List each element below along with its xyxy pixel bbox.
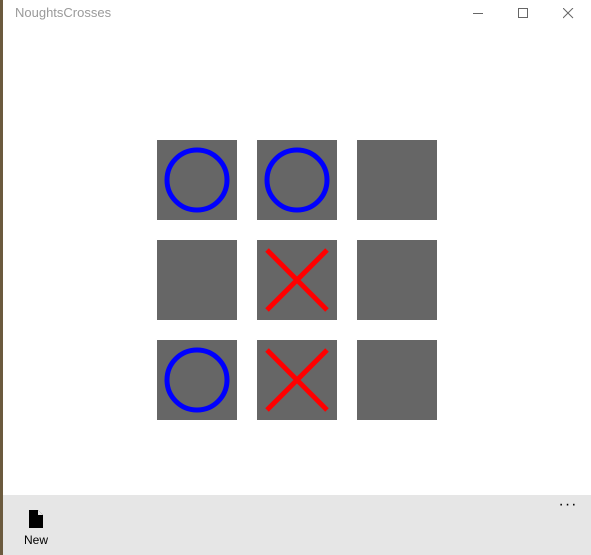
new-game-button[interactable]: New	[16, 503, 56, 551]
board-cell-1-0[interactable]	[157, 240, 237, 320]
nought-mark	[264, 147, 330, 213]
board-cell-2-2[interactable]	[357, 340, 437, 420]
board-cell-1-2[interactable]	[357, 240, 437, 320]
nought-mark	[164, 147, 230, 213]
board-cell-0-2[interactable]	[357, 140, 437, 220]
command-bar: New ···	[3, 495, 591, 555]
more-options-button[interactable]: ···	[553, 497, 583, 519]
more-icon: ···	[558, 496, 578, 513]
cross-mark	[265, 248, 329, 312]
board-cell-2-1[interactable]	[257, 340, 337, 420]
app-title: NoughtsCrosses	[15, 5, 112, 20]
game-board	[157, 140, 437, 420]
board-cell-1-1[interactable]	[257, 240, 337, 320]
new-document-icon	[29, 510, 43, 528]
minimize-icon	[472, 12, 483, 14]
board-cell-0-0[interactable]	[157, 140, 237, 220]
maximize-button[interactable]	[500, 0, 546, 26]
board-cell-2-0[interactable]	[157, 340, 237, 420]
cross-mark	[265, 348, 329, 412]
maximize-icon	[517, 7, 528, 18]
close-button[interactable]	[545, 0, 591, 26]
minimize-button[interactable]	[455, 0, 501, 26]
app-window: NoughtsCrosses New ···	[3, 0, 591, 555]
title-bar[interactable]: NoughtsCrosses	[3, 0, 591, 26]
new-game-label: New	[23, 533, 48, 547]
close-icon	[562, 7, 573, 18]
board-cell-0-1[interactable]	[257, 140, 337, 220]
nought-mark	[164, 347, 230, 413]
